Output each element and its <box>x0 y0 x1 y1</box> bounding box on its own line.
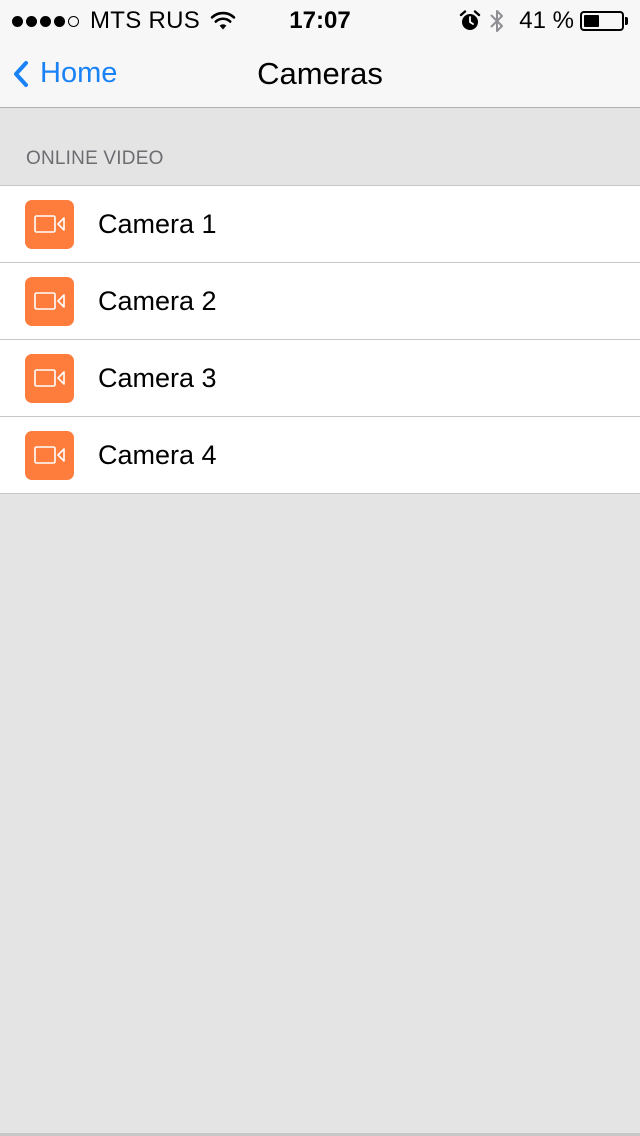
camera-label: Camera 3 <box>98 362 217 393</box>
back-button[interactable]: Home <box>10 40 117 107</box>
camera-row[interactable]: Camera 3 <box>0 339 640 416</box>
section-header: ONLINE VIDEO <box>26 148 164 169</box>
video-camera-icon <box>25 353 74 403</box>
camera-row[interactable]: Camera 4 <box>0 416 640 493</box>
video-camera-icon <box>25 430 74 480</box>
camera-label: Camera 4 <box>98 439 217 470</box>
status-bar-right: 41 % <box>459 7 628 35</box>
camera-label: Camera 2 <box>98 285 217 316</box>
navigation-bar: Cameras Home <box>0 40 640 108</box>
camera-row[interactable]: Camera 2 <box>0 262 640 339</box>
bluetooth-icon <box>490 10 504 32</box>
alarm-icon <box>460 10 481 30</box>
camera-list: Camera 1 Camera 2 Camera 3 Camera 4 <box>0 185 640 494</box>
battery-fill <box>584 15 599 27</box>
camera-label: Camera 1 <box>98 208 217 239</box>
battery-tip <box>625 17 628 25</box>
battery-icon <box>580 11 624 31</box>
video-camera-icon <box>25 199 74 249</box>
chevron-left-icon <box>14 60 28 87</box>
camera-row[interactable]: Camera 1 <box>0 186 640 262</box>
video-camera-icon <box>25 276 74 326</box>
battery-percent: 41 % <box>519 7 574 34</box>
back-button-label: Home <box>40 57 118 89</box>
status-bar: MTS RUS 17:07 41 % <box>0 0 640 40</box>
